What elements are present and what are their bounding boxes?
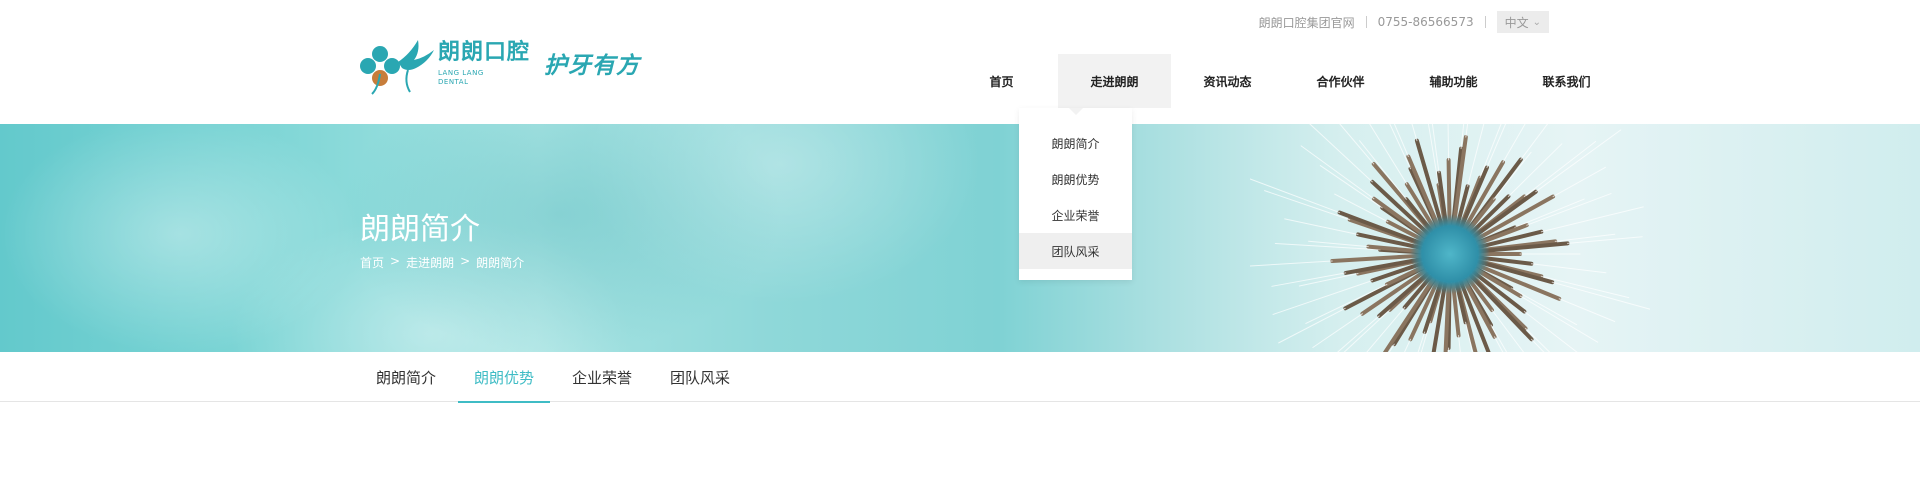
about-dropdown-menu: 朗朗简介 朗朗优势 企业荣誉 团队风采 [1019, 108, 1132, 280]
hummingbird-flower-icon [360, 40, 434, 95]
dropdown-item-honors[interactable]: 企业荣誉 [1019, 197, 1132, 233]
nav-item-contact[interactable]: 联系我们 [1510, 54, 1623, 108]
tab-team[interactable]: 团队风采 [654, 352, 746, 402]
dropdown-item-team[interactable]: 团队风采 [1019, 233, 1132, 269]
nav-item-partners[interactable]: 合作伙伴 [1284, 54, 1397, 108]
nav-item-news[interactable]: 资讯动态 [1171, 54, 1284, 108]
dandelion-image [1250, 124, 1650, 352]
site-logo[interactable]: 朗朗口腔 LANG LANG DENTAL 护牙有方 [358, 32, 640, 98]
phone-number: 0755-86566573 [1377, 15, 1474, 29]
sub-navigation: 朗朗简介 朗朗优势 企业荣誉 团队风采 [0, 352, 1920, 403]
group-site-link[interactable]: 朗朗口腔集团官网 [1259, 14, 1355, 31]
breadcrumb-current: 朗朗简介 [476, 256, 525, 270]
dropdown-caret [1069, 108, 1083, 115]
nav-item-about[interactable]: 走进朗朗 [1058, 54, 1171, 108]
logo-name-cn: 朗朗口腔 [438, 40, 531, 65]
tab-honors[interactable]: 企业荣誉 [556, 352, 648, 402]
language-select[interactable]: 中文 ⌄ [1496, 11, 1549, 33]
breadcrumb-separator: > [460, 254, 471, 268]
dropdown-item-advantages[interactable]: 朗朗优势 [1019, 161, 1132, 197]
dropdown-list: 朗朗简介 朗朗优势 企业荣誉 团队风采 [1019, 125, 1132, 269]
chevron-down-icon: ⌄ [1532, 16, 1541, 28]
breadcrumb-home[interactable]: 首页 [360, 254, 384, 271]
main-nav: 首页 走进朗朗 资讯动态 合作伙伴 辅助功能 联系我们 [945, 54, 1623, 108]
breadcrumb-separator: > [390, 254, 401, 268]
page-title: 朗朗简介 [360, 212, 480, 247]
top-utility-bar: 朗朗口腔集团官网 0755-86566573 中文 ⌄ [1259, 11, 1549, 33]
logo-slogan: 护牙有方 [544, 53, 640, 79]
logo-text: 朗朗口腔 LANG LANG DENTAL [438, 40, 530, 87]
logo-name-en: LANG LANG DENTAL [438, 69, 484, 86]
dropdown-item-intro[interactable]: 朗朗简介 [1019, 125, 1132, 161]
tab-advantages[interactable]: 朗朗优势 [458, 352, 551, 403]
breadcrumb: 首页 > 走进朗朗 > 朗朗简介 [360, 254, 524, 271]
site-header: 朗朗口腔 LANG LANG DENTAL 护牙有方 朗朗口腔集团官网 0755… [0, 0, 1920, 124]
tab-intro[interactable]: 朗朗简介 [360, 352, 452, 402]
subnav-tabs: 朗朗简介 朗朗优势 企业荣誉 团队风采 [360, 352, 752, 403]
divider [1484, 16, 1486, 28]
divider [1365, 16, 1367, 28]
nav-item-accessibility[interactable]: 辅助功能 [1397, 54, 1510, 108]
page-banner: 朗朗简介 首页 > 走进朗朗 > 朗朗简介 [0, 124, 1920, 352]
language-label: 中文 [1504, 15, 1529, 30]
breadcrumb-section[interactable]: 走进朗朗 [406, 254, 454, 271]
nav-item-home[interactable]: 首页 [945, 54, 1058, 108]
